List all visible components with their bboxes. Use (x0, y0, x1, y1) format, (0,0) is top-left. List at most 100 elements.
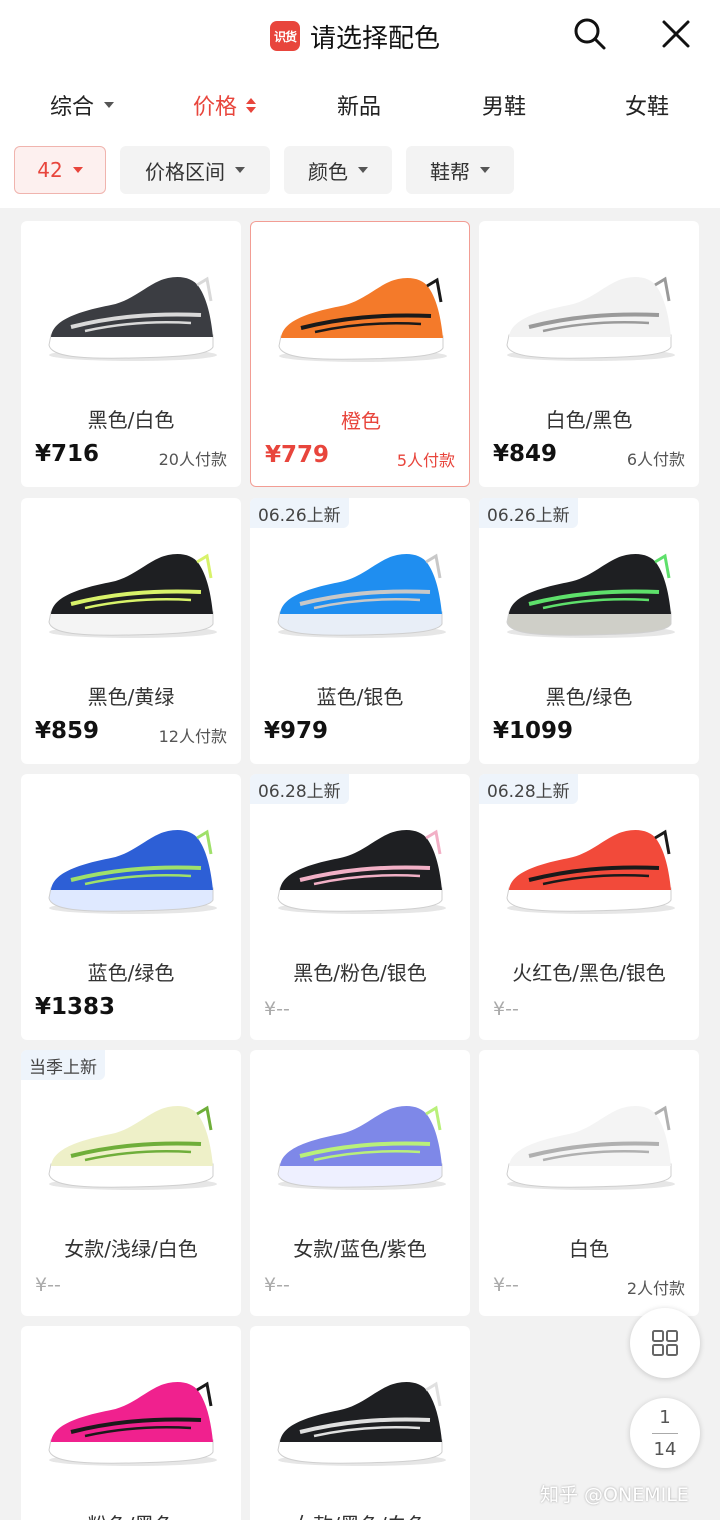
product-color-name: 女款/蓝色/紫色 (293, 1237, 427, 1261)
paid-count: 12人付款 (158, 727, 227, 746)
paid-count: 6人付款 (626, 450, 685, 469)
new-arrival-badge: 06.28上新 (250, 774, 349, 804)
new-arrival-badge: 06.26上新 (250, 498, 349, 528)
product-card[interactable]: 橙色 ¥779 5人付款 (250, 221, 470, 487)
shoe-image (277, 1105, 446, 1190)
chevron-down-icon (480, 167, 490, 173)
chevron-down-icon (235, 167, 245, 173)
product-card[interactable]: 06.26上新黑色/绿色 ¥1099 (479, 498, 699, 764)
shoe-image (48, 553, 217, 638)
brand-logo: 识货 (270, 21, 300, 51)
product-color-name: 黑色/黄绿 (87, 685, 175, 709)
tab-label: 价格 (193, 95, 238, 120)
shoe-image (277, 829, 446, 914)
tab-label: 新品 (337, 95, 382, 120)
product-price: ¥-- (264, 998, 290, 1020)
tab-label: 综合 (50, 95, 95, 120)
shoe-image (506, 829, 675, 914)
page-title: 请选择配色 (310, 23, 441, 54)
tab-label: 女鞋 (625, 95, 670, 120)
product-color-name: 粉色/黑色 (21, 1509, 241, 1520)
product-card[interactable]: 黑色/黄绿 ¥859 12人付款 (21, 498, 241, 764)
paid-count: 2人付款 (626, 1279, 685, 1298)
page-total: 14 (653, 1438, 677, 1460)
top-bar: 识货 请选择配色 综合 价格 新品 男鞋 女鞋 42 价格区间 颜色 鞋帮 (0, 0, 720, 208)
tab-new[interactable]: 新品 (337, 80, 381, 130)
page-current: 1 (659, 1406, 671, 1428)
new-arrival-badge: 06.26上新 (479, 498, 578, 528)
product-card[interactable]: 女款/蓝色/紫色 ¥-- (250, 1050, 470, 1316)
product-price: ¥849 (493, 441, 558, 467)
product-grid: 黑色/白色 ¥716 20人付款 橙色 ¥779 5人付款 白色/黑色 ¥849 6人付款 黑色/… (0, 208, 720, 1520)
product-color-name: 女款/浅绿/白色 (64, 1237, 198, 1261)
new-arrival-badge: 06.28上新 (479, 774, 578, 804)
product-color-name: 白色/黑色 (545, 408, 633, 432)
tab-label: 男鞋 (482, 95, 527, 120)
shoe-image (48, 1381, 217, 1466)
product-color-name: 火红色/黑色/银色 (512, 961, 666, 985)
product-color-name: 蓝色/绿色 (87, 961, 175, 985)
product-card[interactable]: 女款/黑色/白色 (250, 1326, 470, 1520)
watermark: 知乎 @ONEMILE (540, 1484, 689, 1506)
product-card[interactable]: 蓝色/绿色 ¥1383 (21, 774, 241, 1040)
product-card[interactable]: 06.26上新蓝色/银色 ¥979 (250, 498, 470, 764)
shoe-image (48, 1105, 217, 1190)
chevron-down-icon (72, 167, 83, 173)
sort-icon (246, 97, 257, 113)
product-color-name: 白色 (569, 1237, 609, 1261)
product-card[interactable]: 当季上新女款/浅绿/白色 ¥-- (21, 1050, 241, 1316)
shoe-image (48, 829, 217, 914)
grid-icon (652, 1330, 678, 1356)
filter-label: 价格区间 (145, 159, 225, 184)
search-icon[interactable] (570, 14, 610, 54)
tab-price[interactable]: 价格 (193, 80, 257, 130)
product-card[interactable]: 粉色/黑色 (21, 1326, 241, 1520)
shoe-image (277, 1381, 446, 1466)
tab-comprehensive[interactable]: 综合 (50, 80, 115, 130)
filter-bar: 42 价格区间 颜色 鞋帮 (0, 146, 720, 196)
new-arrival-badge: 当季上新 (21, 1050, 105, 1080)
product-card[interactable]: 06.28上新火红色/黑色/银色 ¥-- (479, 774, 699, 1040)
product-color-name: 女款/黑色/白色 (250, 1509, 470, 1520)
product-price: ¥-- (35, 1274, 61, 1296)
tab-men[interactable]: 男鞋 (482, 80, 526, 130)
chevron-down-icon (358, 167, 368, 173)
sort-tabs: 综合 价格 新品 男鞋 女鞋 (0, 80, 720, 130)
product-card[interactable]: 白色/黑色 ¥849 6人付款 (479, 221, 699, 487)
chevron-down-icon (104, 102, 115, 108)
close-icon[interactable] (656, 14, 696, 54)
product-price: ¥779 (265, 442, 330, 468)
filter-size[interactable]: 42 (14, 146, 106, 194)
header: 识货 请选择配色 (0, 0, 720, 70)
tab-women[interactable]: 女鞋 (625, 80, 669, 130)
shoe-image (506, 1105, 675, 1190)
shoe-image (277, 553, 446, 638)
filter-price-range[interactable]: 价格区间 (120, 146, 270, 194)
title-group: 识货 请选择配色 (270, 16, 440, 56)
filter-color[interactable]: 颜色 (284, 146, 392, 194)
filter-collar[interactable]: 鞋帮 (406, 146, 514, 194)
product-color-name: 黑色/绿色 (545, 685, 633, 709)
paid-count: 20人付款 (158, 450, 227, 469)
page-indicator[interactable]: 1 14 (630, 1398, 700, 1468)
product-card[interactable]: 黑色/白色 ¥716 20人付款 (21, 221, 241, 487)
product-price: ¥-- (493, 998, 519, 1020)
page-divider (652, 1432, 678, 1434)
product-color-name: 橙色 (341, 409, 381, 433)
product-price: ¥-- (493, 1274, 519, 1296)
shoe-image (278, 277, 447, 362)
product-card[interactable]: 06.28上新 黑色/粉色/银色 ¥-- (250, 774, 470, 1040)
shoe-image (506, 276, 675, 361)
product-card[interactable]: 白色 ¥-- 2人付款 (479, 1050, 699, 1316)
product-price: ¥979 (264, 718, 329, 744)
filter-label: 42 (37, 158, 63, 182)
product-price: ¥-- (264, 1274, 290, 1296)
shoe-image (506, 553, 675, 638)
product-color-name: 蓝色/银色 (316, 685, 404, 709)
paid-count: 5人付款 (396, 451, 455, 470)
product-price: ¥716 (35, 441, 100, 467)
product-price: ¥1099 (493, 718, 574, 744)
product-price: ¥1383 (35, 994, 116, 1020)
grid-toggle-button[interactable] (630, 1308, 700, 1378)
filter-label: 颜色 (308, 159, 348, 184)
